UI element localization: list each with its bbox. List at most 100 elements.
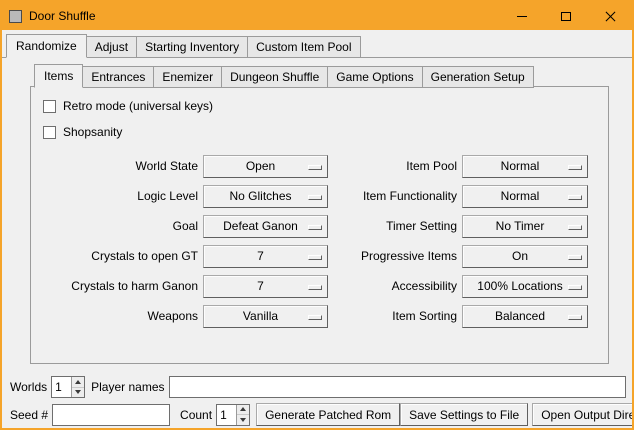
menu-indicator-icon <box>568 165 582 170</box>
goal-label: Goal <box>35 219 198 233</box>
spinner-down-icon[interactable] <box>72 388 84 398</box>
crystals-gt-dropdown[interactable]: 7 <box>203 245 328 268</box>
menu-indicator-icon <box>308 255 322 260</box>
item-pool-dropdown[interactable]: Normal <box>462 155 588 178</box>
retro-mode-label: Retro mode (universal keys) <box>63 99 213 113</box>
maximize-button[interactable] <box>544 2 588 30</box>
crystals-ganon-dropdown[interactable]: 7 <box>203 275 328 298</box>
dropdown-value: No Glitches <box>229 189 301 203</box>
dropdown-value: No Timer <box>496 219 555 233</box>
worlds-spinbox[interactable] <box>51 376 85 398</box>
tab-game-options[interactable]: Game Options <box>327 66 422 88</box>
logic-level-label: Logic Level <box>35 189 198 203</box>
tab-generation-setup[interactable]: Generation Setup <box>422 66 534 88</box>
open-output-directory-button[interactable]: Open Output Directory <box>532 403 634 426</box>
dropdown-value: 7 <box>257 249 274 263</box>
menu-indicator-icon <box>568 285 582 290</box>
form-row: Goal Defeat Ganon Timer Setting No Timer <box>31 211 608 241</box>
worlds-row: Worlds Player names <box>10 376 626 398</box>
save-settings-button[interactable]: Save Settings to File <box>400 403 528 426</box>
seed-label: Seed # <box>10 408 48 422</box>
item-functionality-label: Item Functionality <box>333 189 457 203</box>
seed-input[interactable] <box>52 404 170 426</box>
player-names-input[interactable] <box>169 376 627 398</box>
form-row: World State Open Item Pool Normal <box>31 151 608 181</box>
retro-mode-row: Retro mode (universal keys) <box>43 99 608 113</box>
menu-indicator-icon <box>568 225 582 230</box>
worlds-spin-buttons <box>71 377 84 397</box>
tab-randomize[interactable]: Randomize <box>6 34 87 58</box>
accessibility-label: Accessibility <box>333 279 457 293</box>
tab-enemizer[interactable]: Enemizer <box>153 66 222 88</box>
settings-form: World State Open Item Pool Normal Logic … <box>31 151 608 331</box>
worlds-input[interactable] <box>52 377 71 397</box>
items-panel: Retro mode (universal keys) Shopsanity W… <box>30 86 609 364</box>
crystals-ganon-label: Crystals to harm Ganon <box>35 279 198 293</box>
dropdown-value: 100% Locations <box>477 279 572 293</box>
spinner-up-icon[interactable] <box>237 405 249 416</box>
app-icon <box>9 10 22 23</box>
menu-indicator-icon <box>308 225 322 230</box>
retro-mode-checkbox[interactable] <box>43 100 56 113</box>
progressive-items-dropdown[interactable]: On <box>462 245 588 268</box>
inner-tab-bar: Items Entrances Enemizer Dungeon Shuffle… <box>2 58 632 87</box>
tab-items[interactable]: Items <box>34 64 83 88</box>
spinner-up-icon[interactable] <box>72 377 84 388</box>
count-spinbox[interactable] <box>216 404 250 426</box>
menu-indicator-icon <box>568 255 582 260</box>
shopsanity-row: Shopsanity <box>43 125 608 139</box>
world-state-label: World State <box>35 159 198 173</box>
spinner-down-icon[interactable] <box>237 415 249 425</box>
shopsanity-checkbox[interactable] <box>43 126 56 139</box>
shopsanity-label: Shopsanity <box>63 125 122 139</box>
generate-patched-rom-button[interactable]: Generate Patched Rom <box>256 403 400 426</box>
tab-dungeon-shuffle[interactable]: Dungeon Shuffle <box>221 66 328 88</box>
dropdown-value: Defeat Ganon <box>223 219 308 233</box>
minimize-button[interactable] <box>500 2 544 30</box>
tab-custom-item-pool[interactable]: Custom Item Pool <box>247 36 360 58</box>
tab-adjust[interactable]: Adjust <box>86 36 137 58</box>
outer-tab-bar: Randomize Adjust Starting Inventory Cust… <box>2 30 632 58</box>
title-bar[interactable]: Door Shuffle <box>2 2 632 30</box>
tab-starting-inventory[interactable]: Starting Inventory <box>136 36 248 58</box>
tab-entrances[interactable]: Entrances <box>82 66 154 88</box>
dropdown-value: 7 <box>257 279 274 293</box>
timer-setting-dropdown[interactable]: No Timer <box>462 215 588 238</box>
logic-level-dropdown[interactable]: No Glitches <box>203 185 328 208</box>
maximize-icon <box>561 12 571 21</box>
form-row: Crystals to harm Ganon 7 Accessibility 1… <box>31 271 608 301</box>
form-row: Logic Level No Glitches Item Functionali… <box>31 181 608 211</box>
menu-indicator-icon <box>568 315 582 320</box>
player-names-label: Player names <box>91 380 164 394</box>
close-icon <box>605 11 616 22</box>
menu-indicator-icon <box>568 195 582 200</box>
goal-dropdown[interactable]: Defeat Ganon <box>203 215 328 238</box>
worlds-label: Worlds <box>10 380 47 394</box>
menu-indicator-icon <box>308 315 322 320</box>
count-label: Count <box>180 408 212 422</box>
window-controls <box>500 2 632 30</box>
item-sorting-label: Item Sorting <box>333 309 457 323</box>
world-state-dropdown[interactable]: Open <box>203 155 328 178</box>
progressive-items-label: Progressive Items <box>333 249 457 263</box>
item-pool-label: Item Pool <box>333 159 457 173</box>
dropdown-value: Normal <box>501 159 550 173</box>
form-row: Weapons Vanilla Item Sorting Balanced <box>31 301 608 331</box>
count-input[interactable] <box>217 405 236 425</box>
item-sorting-dropdown[interactable]: Balanced <box>462 305 588 328</box>
form-row: Crystals to open GT 7 Progressive Items … <box>31 241 608 271</box>
minimize-icon <box>517 16 527 17</box>
count-spin-buttons <box>236 405 249 425</box>
item-functionality-dropdown[interactable]: Normal <box>462 185 588 208</box>
menu-indicator-icon <box>308 165 322 170</box>
dropdown-value: On <box>512 249 538 263</box>
weapons-dropdown[interactable]: Vanilla <box>203 305 328 328</box>
dropdown-value: Balanced <box>495 309 555 323</box>
crystals-gt-label: Crystals to open GT <box>35 249 198 263</box>
close-button[interactable] <box>588 2 632 30</box>
generate-row: Seed # Count Generate Patched Rom Save S… <box>10 403 626 426</box>
app-window: Door Shuffle Randomize Adjust Starting I… <box>0 0 634 430</box>
menu-indicator-icon <box>308 285 322 290</box>
accessibility-dropdown[interactable]: 100% Locations <box>462 275 588 298</box>
dropdown-value: Vanilla <box>243 309 288 323</box>
